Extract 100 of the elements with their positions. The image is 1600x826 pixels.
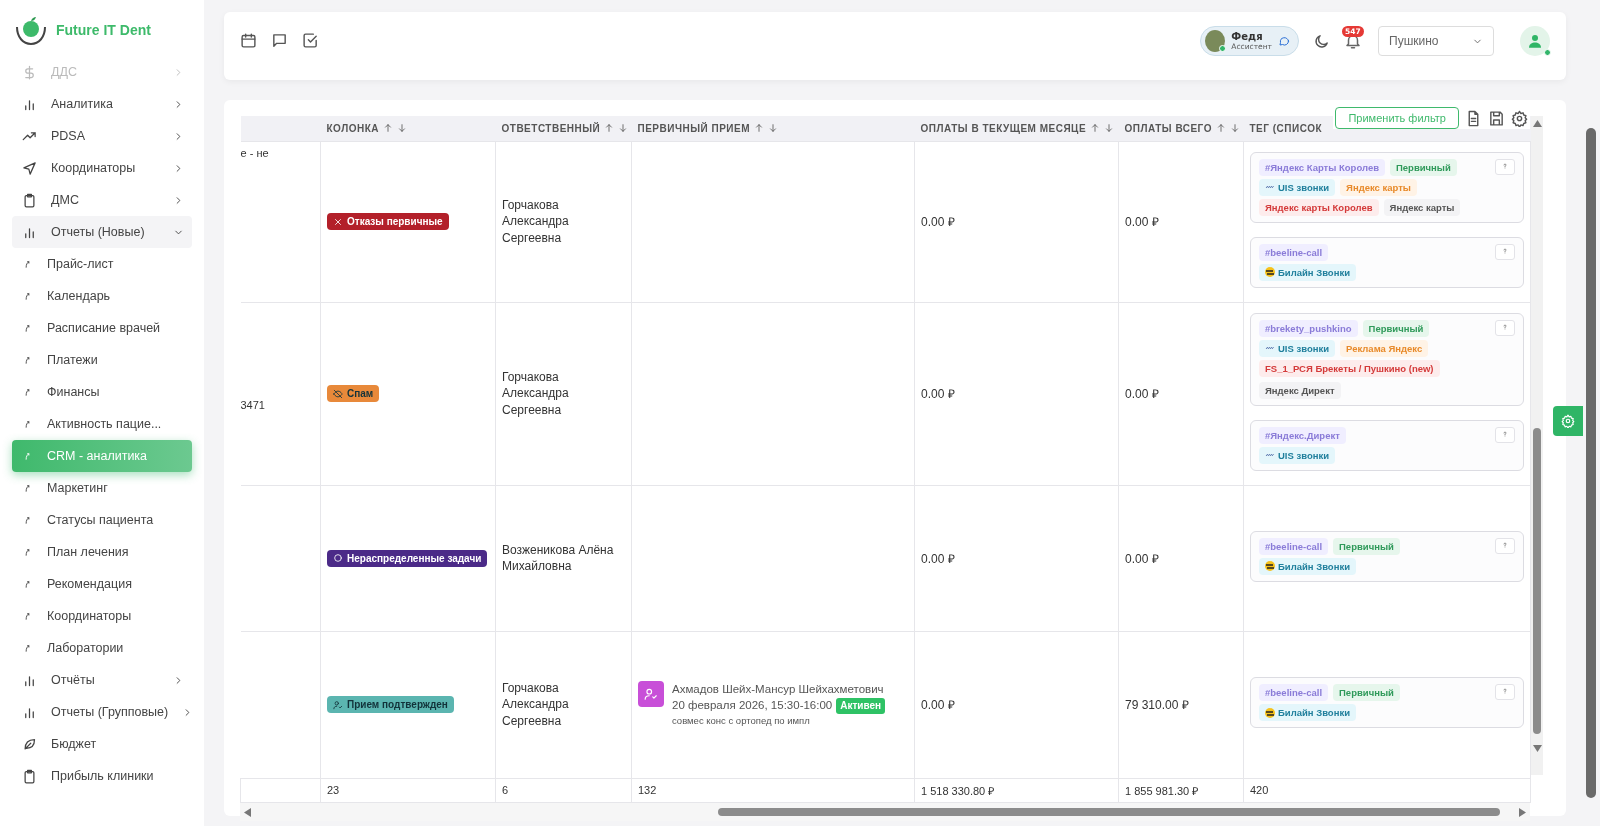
tag: Билайн Звонки [1259,704,1356,721]
tag: Яндекс Директ [1259,381,1341,399]
sort-down-icon[interactable] [1229,123,1240,134]
wave-icon [1265,451,1275,459]
appointment-datetime: 20 февраля 2026, 15:30-16:00 [672,699,833,712]
user-avatar[interactable] [1520,26,1550,56]
submenu-item[interactable]: План лечения [12,536,192,568]
submenu-item[interactable]: Лаборатории [12,632,192,664]
column-title: ОТВЕТСТВЕННЫЙ [501,122,601,134]
total-cell: 1 855 981.30 ₽ [1118,778,1244,802]
calendar-icon[interactable] [240,32,257,49]
menu-item[interactable]: Прибыль клиники [12,760,192,792]
tag: #beeline-call [1259,684,1329,701]
moon-icon[interactable] [1313,33,1330,50]
help-button[interactable] [1495,537,1515,554]
save-icon[interactable] [1488,109,1505,127]
submenu-item[interactable]: Рекомендация [12,568,192,600]
submenu-item[interactable]: Маркетинг [12,472,192,504]
menu-item[interactable]: Отчеты (Новые) [12,216,192,248]
tag: UIS звонки [1259,446,1336,464]
submenu-item[interactable]: Календарь [12,280,192,312]
column-header[interactable]: ТЕГ (СПИСОК [1249,122,1322,134]
settings-icon[interactable] [1511,109,1528,127]
sort-up-icon[interactable] [1090,123,1101,134]
question-icon[interactable] [1501,540,1509,549]
submenu-item[interactable]: Статусы пациента [12,504,192,536]
wave-icon [1265,183,1275,191]
sort-up-icon[interactable] [754,123,764,134]
menu-item[interactable]: Отчеты (Групповые) [12,696,192,728]
help-button[interactable] [1495,684,1515,700]
table-cell-text: Горчакова Александра Сергеевна [502,369,570,418]
sort-down-icon[interactable] [768,123,778,134]
table-cell: 0.00 ₽ [914,485,1119,631]
menu-item[interactable]: ДМС [12,184,192,216]
tag: #brekety_pushkino [1259,319,1358,337]
submenu-item[interactable]: Активность пацие... [12,408,192,440]
help-button[interactable] [1495,319,1515,336]
scrollbar-thumb[interactable] [1533,428,1541,734]
menu-item[interactable]: Координаторы [12,152,192,184]
status-tag: Нераспределенные задачи [327,549,488,567]
question-icon[interactable] [1501,246,1509,255]
submenu-item[interactable]: Расписание врачей [12,312,192,344]
status-tag: Отказы первичные [327,213,449,230]
help-button[interactable] [1495,158,1515,175]
submenu-item[interactable]: Прайс-лист [12,248,192,280]
sort-up-icon[interactable] [604,123,615,134]
sort-up-icon[interactable] [1215,123,1226,134]
tag: UIS звонки [1259,339,1336,357]
status-tag: Спам [327,385,380,402]
question-icon[interactable] [1501,687,1509,695]
total-cell: 6 [495,778,632,802]
tag: Яндекс карты [1340,178,1417,196]
checkbox-icon[interactable] [302,32,319,49]
table-cell: 0.00 ₽ [914,631,1119,778]
tag: Первичный [1390,158,1457,176]
scroll-left-icon[interactable] [244,807,252,817]
question-icon[interactable] [1501,429,1509,438]
tag: Билайн Звонки [1259,557,1356,575]
scroll-right-icon[interactable] [1518,807,1526,817]
scroll-down-icon[interactable] [1533,744,1542,752]
page-scrollbar[interactable] [1586,128,1596,798]
table-cell: 3471 [240,398,265,411]
table-cell-text: Возженикова Алёна Михайловна [502,541,615,575]
assistant-name: Федя [1231,31,1264,42]
sort-down-icon[interactable] [618,123,629,134]
settings-button[interactable] [1553,406,1583,436]
scroll-up-icon[interactable] [1533,120,1542,128]
help-button[interactable] [1495,243,1515,260]
help-button[interactable] [1495,426,1515,443]
chat-icon[interactable] [271,32,288,49]
submenu-item[interactable]: Финансы [12,376,192,408]
tag: Первичный [1333,684,1400,701]
vertical-scrollbar[interactable] [1531,116,1543,775]
clinic-select[interactable]: Пушкино [1378,26,1494,56]
menu-item[interactable]: PDSA [12,120,192,152]
table-cell-text: Горчакова Александра Сергеевна [502,680,570,729]
tag: #Яндекс Карты Королев [1259,158,1385,176]
submenu-item[interactable]: Координаторы [12,600,192,632]
sort-up-icon[interactable] [383,123,393,134]
menu-item[interactable]: Аналитика [12,88,192,120]
patient-name[interactable]: Ахмадов Шейх-Мансур Шейхахметович [672,681,886,698]
logo-text: Future IT Dent [56,22,151,38]
tag: UIS звонки [1259,178,1336,196]
scrollbar-thumb[interactable] [718,807,1500,816]
wave-icon [1265,344,1275,352]
circle-icon [333,553,343,563]
tag: Билайн Звонки [1259,263,1356,281]
sort-down-icon[interactable] [397,123,407,134]
tag: Первичный [1333,537,1400,555]
submenu-item[interactable]: Платежи [12,344,192,376]
sort-down-icon[interactable] [1104,123,1115,134]
chat-icon [1278,35,1290,47]
question-icon[interactable] [1501,322,1509,331]
question-icon[interactable] [1501,161,1509,170]
menu-item[interactable]: Отчёты [12,664,192,696]
tag: Реклама Яндекс [1340,339,1429,357]
column-title: КОЛОНКА [326,122,379,134]
eye-off-icon [333,388,343,399]
table-cell: 79 310.00 ₽ [1118,631,1244,778]
menu-item[interactable]: Бюджет [12,728,192,760]
